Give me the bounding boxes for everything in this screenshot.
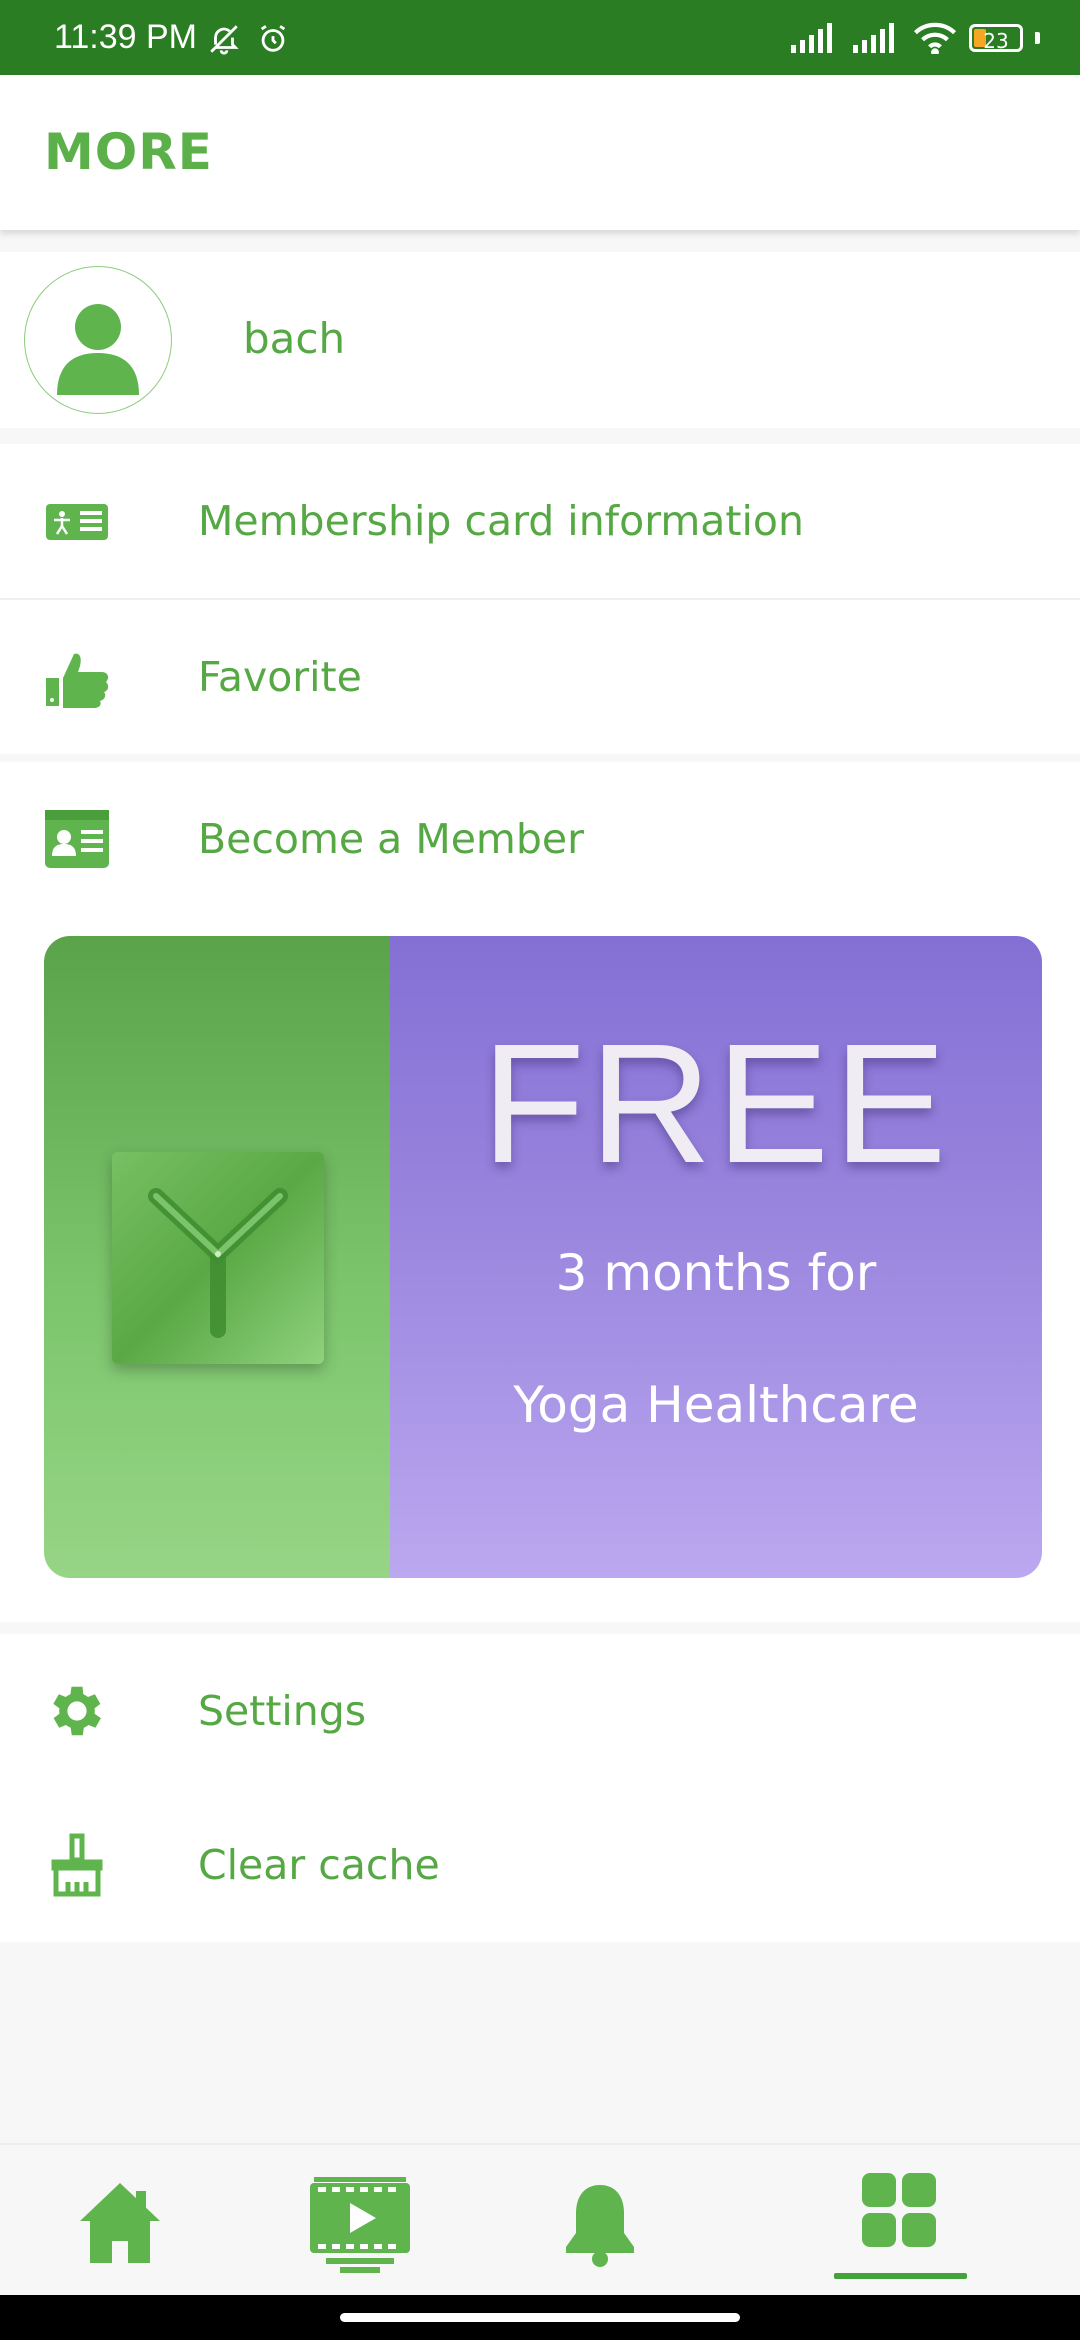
battery-level: 23: [983, 29, 1009, 53]
menu-label-settings: Settings: [198, 1687, 367, 1735]
promo-headline: FREE: [481, 1009, 951, 1199]
app-bar: MORE: [0, 75, 1080, 230]
promo-subtitle-line2: Yoga Healthcare: [513, 1376, 919, 1434]
status-bar: 11:39 PM 23: [0, 0, 1080, 75]
user-avatar-icon[interactable]: [24, 266, 172, 414]
menu-label-become-member: Become a Member: [198, 815, 584, 863]
grid-icon: [862, 2173, 936, 2247]
gear-icon: [44, 1678, 110, 1744]
menu-item-become-member[interactable]: Become a Member: [0, 762, 1080, 916]
profile-row[interactable]: bach: [0, 252, 1080, 428]
status-time: 11:39 PM: [54, 18, 198, 56]
menu-item-favorite[interactable]: Favorite: [0, 600, 1080, 754]
video-player-icon: [310, 2177, 410, 2273]
id-card-icon: [44, 488, 110, 554]
yoga-y-logo: [112, 1152, 324, 1364]
bell-off-icon: [210, 25, 239, 55]
home-gesture-bar[interactable]: [340, 2313, 740, 2322]
menu-item-settings[interactable]: Settings: [0, 1634, 1080, 1788]
status-right-icons: 23: [789, 22, 1040, 54]
menu-item-membership-card[interactable]: Membership card information: [0, 444, 1080, 598]
page-title: MORE: [44, 123, 213, 181]
wifi-icon: [913, 22, 957, 54]
promo-left-panel: [44, 936, 390, 1578]
menu-item-clear-cache[interactable]: Clear cache: [0, 1788, 1080, 1942]
menu-label-clear-cache: Clear cache: [198, 1841, 440, 1889]
signal-icon: [853, 23, 894, 53]
promo-right-panel: FREE 3 months for Yoga Healthcare: [390, 936, 1042, 1578]
nav-videos[interactable]: [300, 2145, 420, 2297]
alarm-icon: [260, 25, 286, 52]
bottom-nav: [0, 2143, 1080, 2297]
profile-name: bach: [243, 314, 346, 363]
contact-card-icon: [44, 806, 110, 872]
nav-selected-indicator: [834, 2273, 967, 2279]
broom-icon: [44, 1832, 110, 1898]
nav-notifications[interactable]: [540, 2145, 660, 2297]
menu-label-favorite: Favorite: [198, 653, 362, 701]
menu-group-app: Settings Clear cache: [0, 1634, 1080, 1942]
thumbs-up-icon: [44, 644, 110, 710]
menu-label-membership-card: Membership card information: [198, 497, 804, 545]
system-nav-bar: [0, 2295, 1080, 2340]
home-icon: [80, 2183, 160, 2263]
signal-icon: [791, 23, 832, 53]
menu-group-account: Membership card information Favorite: [0, 444, 1080, 754]
promo-subtitle-line1: 3 months for: [555, 1244, 877, 1302]
status-left-icons: [206, 22, 291, 60]
battery-icon: 23: [969, 24, 1023, 53]
promo-banner[interactable]: FREE 3 months for Yoga Healthcare: [44, 936, 1042, 1578]
nav-home[interactable]: [60, 2145, 180, 2297]
bell-icon: [566, 2185, 634, 2267]
